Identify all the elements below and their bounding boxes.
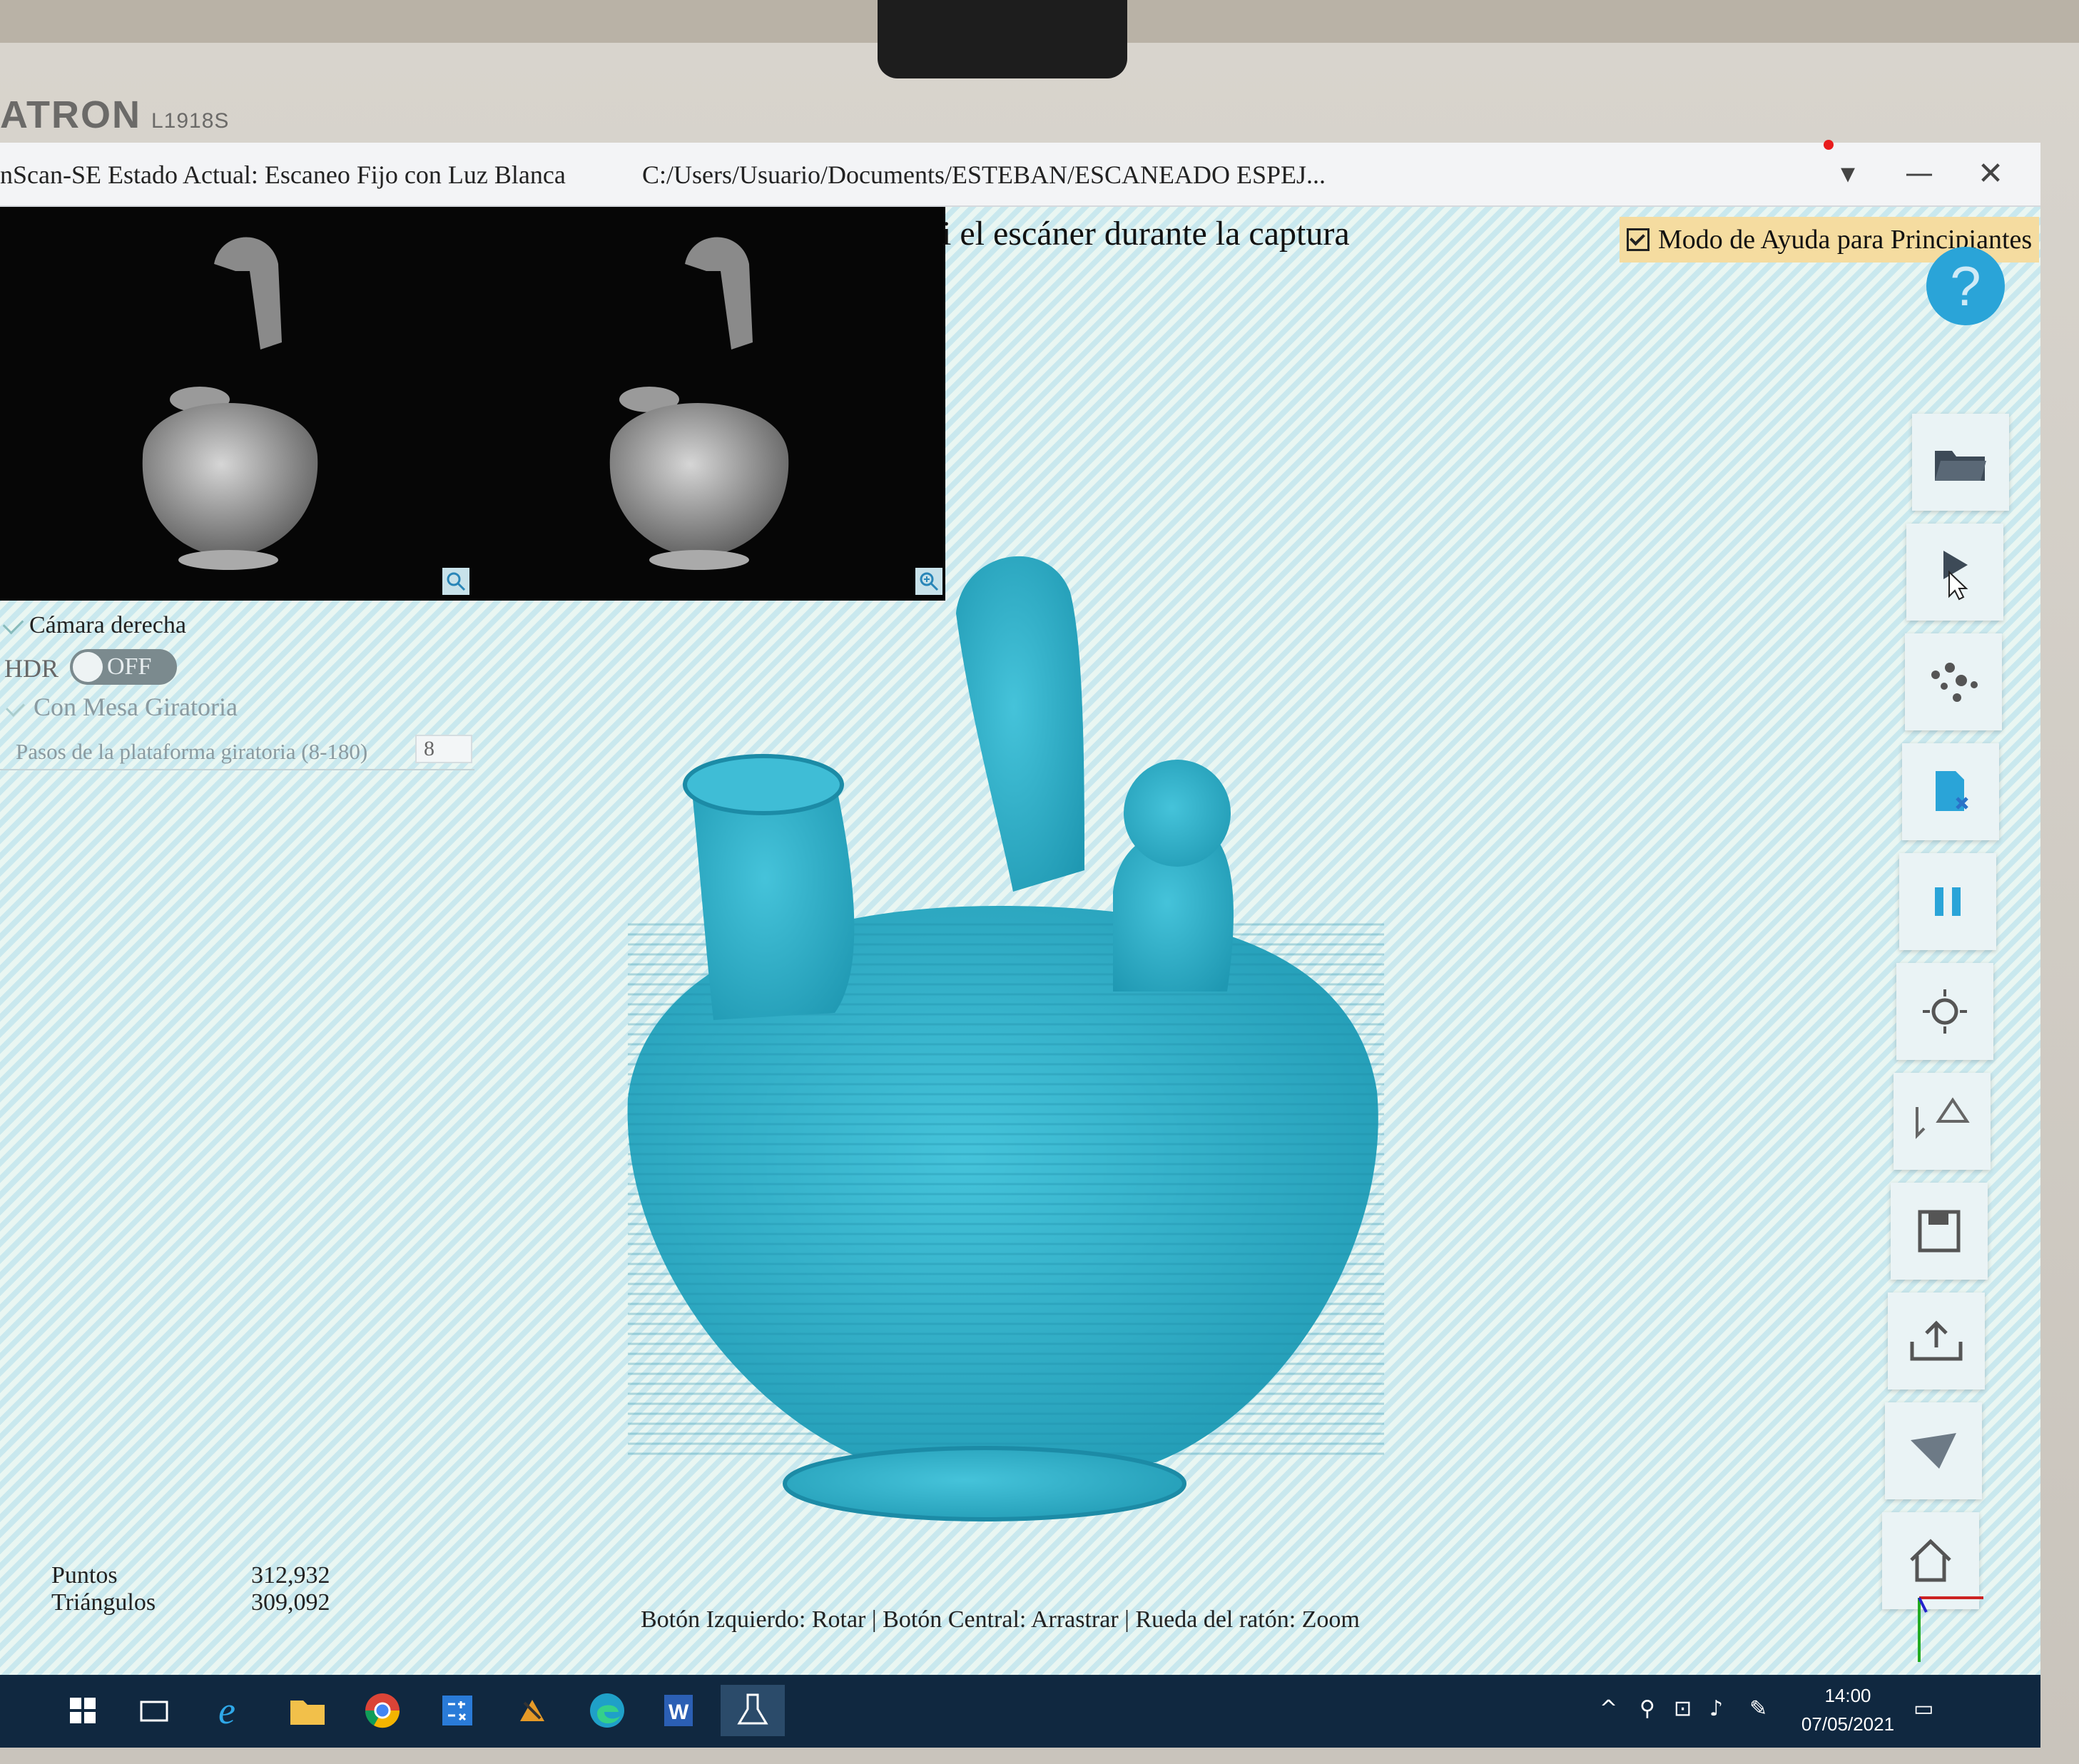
steps-label: Pasos de la plataforma giratoria (8-180) <box>16 739 368 764</box>
scanner-app-icon[interactable] <box>721 1685 785 1736</box>
mouse-hint: Botón Izquierdo: Rotar | Botón Central: … <box>641 1606 1360 1633</box>
3d-viewport[interactable]: i el escáner durante la captura Modo de … <box>0 207 2040 1676</box>
svg-text:e: e <box>218 1691 235 1730</box>
clock-time[interactable]: 14:00 <box>1776 1685 1919 1707</box>
start-scan-button[interactable] <box>1906 524 2003 621</box>
edge-icon[interactable] <box>581 1685 633 1736</box>
turntable-option[interactable]: Con Mesa Giratoria <box>6 692 238 722</box>
delete-file-icon <box>1936 771 1968 811</box>
internet-explorer-icon[interactable]: e <box>207 1685 258 1736</box>
point-cloud-button[interactable] <box>1905 633 2002 730</box>
pause-button[interactable] <box>1899 853 1996 950</box>
tray-chevron-icon[interactable]: ^ <box>1600 1696 1617 1721</box>
triangle-icon <box>1911 1433 1956 1469</box>
network-icon[interactable]: ⊡ <box>1674 1696 1692 1721</box>
camera-preview <box>0 207 945 601</box>
align-icon <box>1916 1097 1970 1139</box>
brightness-button[interactable] <box>1896 963 1993 1060</box>
task-view-icon[interactable] <box>128 1685 180 1736</box>
points-label: Puntos <box>51 1562 118 1589</box>
notification-dot <box>1824 140 1834 150</box>
file-explorer-icon[interactable] <box>282 1685 333 1736</box>
right-camera-image <box>609 237 789 570</box>
screen: nScan-SE Estado Actual: Escaneo Fijo con… <box>0 143 2040 1748</box>
tray-device-icon[interactable]: ⚲ <box>1640 1696 1655 1721</box>
dropdown-button[interactable]: ▾ <box>1819 148 1876 198</box>
export-button[interactable] <box>1888 1293 1985 1390</box>
triangles-label: Triángulos <box>51 1589 156 1616</box>
webcam <box>878 0 1127 78</box>
axis-gizmo <box>1918 1596 1983 1662</box>
title-bar: nScan-SE Estado Actual: Escaneo Fijo con… <box>0 143 2040 207</box>
hdr-state: OFF <box>107 653 152 680</box>
monitor-brand: ATRON L1918S <box>0 93 230 136</box>
file-path: C:/Users/Usuario/Documents/ESTEBAN/ESCAN… <box>642 160 1326 189</box>
home-icon <box>1910 1539 1951 1582</box>
toggle-knob <box>73 652 103 682</box>
taskbar: e W ^ ⚲ ⊡ ♪ ✎ 14:00 07/05/2021 ▭ <box>0 1675 2040 1748</box>
point-cloud-icon <box>1931 663 1978 702</box>
zoom-left-icon[interactable] <box>442 568 469 595</box>
zoom-right-icon[interactable] <box>915 568 942 595</box>
right-camera-option[interactable]: Cámara derecha <box>2 612 186 639</box>
triangles-value: 309,092 <box>251 1589 330 1616</box>
folder-icon <box>1935 451 1986 481</box>
volume-icon[interactable]: ♪ <box>1709 1696 1723 1721</box>
brightness-icon <box>1923 989 1967 1034</box>
pause-icon <box>1935 887 1961 916</box>
svg-text:W: W <box>669 1701 689 1724</box>
pen-icon[interactable]: ✎ <box>1749 1696 1767 1721</box>
clock-date[interactable]: 07/05/2021 <box>1776 1713 1919 1735</box>
points-value: 312,932 <box>251 1562 330 1589</box>
miner-app-icon[interactable] <box>507 1685 558 1736</box>
mesh-stats: Puntos 312,932 Triángulos 309,092 <box>51 1562 330 1616</box>
instruction-text: i el escáner durante la captura <box>942 215 1350 253</box>
checkbox-icon <box>1627 228 1650 251</box>
chrome-icon[interactable] <box>357 1685 408 1736</box>
hdr-toggle[interactable]: OFF <box>70 649 177 685</box>
measure-button[interactable] <box>1885 1402 1982 1499</box>
app-title: nScan-SE Estado Actual: Escaneo Fijo con… <box>0 160 566 189</box>
save-icon <box>1918 1210 1961 1253</box>
word-icon[interactable]: W <box>653 1685 704 1736</box>
notification-icon[interactable]: ▭ <box>1913 1696 1933 1721</box>
delete-data-button[interactable] <box>1902 743 1999 840</box>
save-button[interactable] <box>1891 1183 1988 1280</box>
turntable-steps-row: Pasos de la plataforma giratoria (8-180) <box>0 733 474 770</box>
steps-input[interactable] <box>415 735 472 763</box>
calculator-icon[interactable] <box>432 1685 483 1736</box>
play-icon <box>1943 551 1968 601</box>
minimize-button[interactable]: — <box>1891 148 1948 198</box>
open-folder-button[interactable] <box>1912 414 2009 511</box>
close-button[interactable]: ✕ <box>1962 148 2019 198</box>
align-button[interactable] <box>1894 1073 1991 1170</box>
export-icon <box>1910 1320 1963 1361</box>
hdr-label: HDR <box>4 654 59 683</box>
help-button[interactable]: ? <box>1926 247 2005 325</box>
left-camera-image <box>142 237 318 570</box>
windows-start-icon[interactable] <box>57 1685 108 1736</box>
